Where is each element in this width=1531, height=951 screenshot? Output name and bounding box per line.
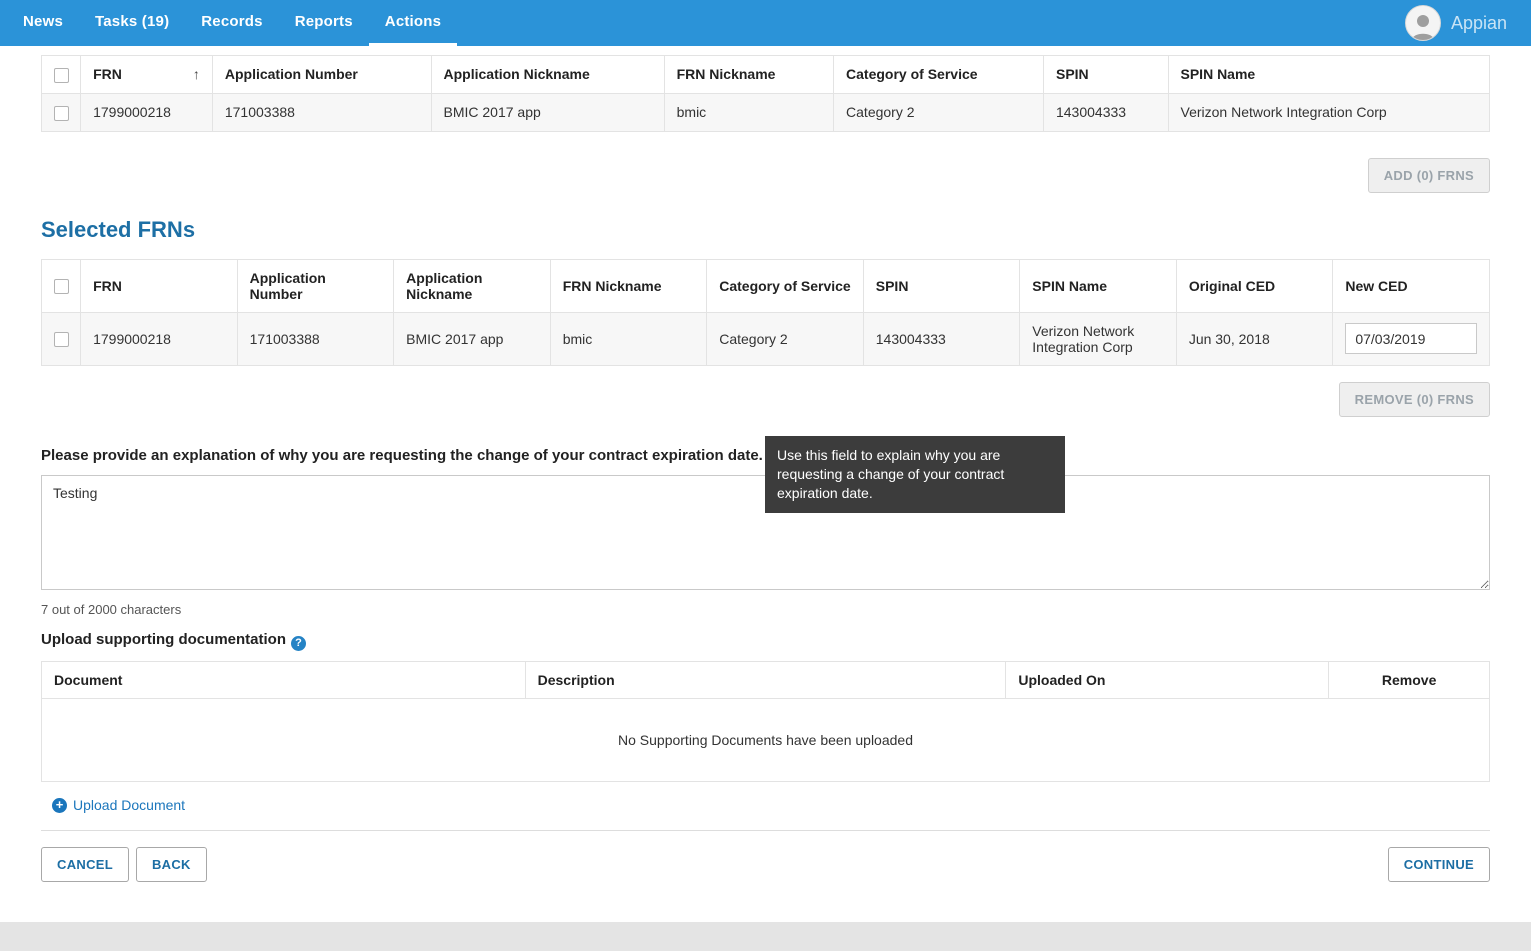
selected-select-all-checkbox[interactable] [54, 279, 69, 294]
character-counter: 7 out of 2000 characters [41, 602, 1490, 617]
selected-header-row: FRN Application Number Application Nickn… [42, 259, 1490, 312]
cell-new-ced [1333, 312, 1490, 365]
footer-button-bar: CANCEL BACK CONTINUE [41, 847, 1490, 882]
sort-ascending-icon[interactable]: ↑ [193, 66, 200, 82]
cell-category-of-service: Category 2 [834, 93, 1044, 131]
col-frn-nickname: FRN Nickname [664, 56, 833, 94]
upload-documentation-label: Upload supporting documentation? [41, 631, 1490, 651]
nav-item-records[interactable]: Records [185, 0, 278, 46]
nav-item-reports[interactable]: Reports [279, 0, 369, 46]
col-category-of-service: Category of Service [707, 259, 864, 312]
cell-category-of-service: Category 2 [707, 312, 864, 365]
nav-spacer [457, 0, 1405, 46]
cell-frn: 1799000218 [81, 93, 213, 131]
user-avatar[interactable] [1405, 5, 1441, 41]
cell-application-number: 171003388 [212, 93, 431, 131]
col-frn[interactable]: FRN ↑ [81, 56, 213, 94]
plus-icon: + [52, 798, 67, 813]
cell-application-nickname: BMIC 2017 app [394, 312, 551, 365]
col-remove: Remove [1329, 661, 1490, 698]
cell-application-nickname: BMIC 2017 app [431, 93, 664, 131]
person-icon [1408, 10, 1438, 40]
selected-frns-table: FRN Application Number Application Nickn… [41, 259, 1490, 366]
col-spin: SPIN [1043, 56, 1168, 94]
cell-spin-name: Verizon Network Integration Corp [1168, 93, 1490, 131]
results-header-row: FRN ↑ Application Number Application Nick… [42, 56, 1490, 94]
cell-spin: 143004333 [863, 312, 1020, 365]
documents-table: Document Description Uploaded On Remove … [41, 661, 1490, 782]
upload-document-label: Upload Document [73, 797, 185, 813]
nav-item-news[interactable]: News [7, 0, 79, 46]
continue-button[interactable]: CONTINUE [1388, 847, 1490, 882]
documents-empty-message: No Supporting Documents have been upload… [42, 698, 1490, 781]
col-frn: FRN [81, 259, 238, 312]
new-ced-input[interactable] [1345, 323, 1477, 354]
col-new-ced: New CED [1333, 259, 1490, 312]
row-checkbox-cell [42, 93, 81, 131]
cell-frn-nickname: bmic [664, 93, 833, 131]
col-description: Description [525, 661, 1006, 698]
select-all-cell [42, 56, 81, 94]
row-checkbox[interactable] [54, 332, 69, 347]
explanation-label-text: Please provide an explanation of why you… [41, 447, 763, 464]
selected-select-all-cell [42, 259, 81, 312]
appian-logo: Appian [1451, 13, 1507, 34]
nav-item-tasks[interactable]: Tasks (19) [79, 0, 185, 46]
col-frn-nickname: FRN Nickname [550, 259, 707, 312]
add-frns-button: ADD (0) FRNS [1368, 158, 1490, 193]
documents-header-row: Document Description Uploaded On Remove [42, 661, 1490, 698]
selected-frns-heading: Selected FRNs [41, 217, 1490, 243]
upload-document-row: + Upload Document [41, 782, 1490, 831]
cell-application-number: 171003388 [237, 312, 394, 365]
col-application-nickname: Application Nickname [431, 56, 664, 94]
upload-document-link[interactable]: + Upload Document [52, 797, 185, 813]
col-original-ced: Original CED [1176, 259, 1333, 312]
col-spin-name: SPIN Name [1168, 56, 1490, 94]
row-checkbox-cell [42, 312, 81, 365]
upload-documentation-label-text: Upload supporting documentation [41, 631, 286, 648]
col-category-of-service: Category of Service [834, 56, 1044, 94]
col-application-number: Application Number [212, 56, 431, 94]
table-row: 1799000218 171003388 BMIC 2017 app bmic … [42, 93, 1490, 131]
cancel-button[interactable]: CANCEL [41, 847, 129, 882]
col-document: Document [42, 661, 526, 698]
frn-results-table: FRN ↑ Application Number Application Nick… [41, 55, 1490, 132]
col-frn-label: FRN [93, 66, 122, 82]
select-all-checkbox[interactable] [54, 68, 69, 83]
cell-frn: 1799000218 [81, 312, 238, 365]
remove-frns-button: REMOVE (0) FRNS [1339, 382, 1490, 417]
table-row: 1799000218 171003388 BMIC 2017 app bmic … [42, 312, 1490, 365]
col-spin: SPIN [863, 259, 1020, 312]
col-application-number: Application Number [237, 259, 394, 312]
back-button[interactable]: BACK [136, 847, 207, 882]
cell-spin-name: Verizon Network Integration Corp [1020, 312, 1177, 365]
col-uploaded-on: Uploaded On [1006, 661, 1329, 698]
cell-original-ced: Jun 30, 2018 [1176, 312, 1333, 365]
cell-spin: 143004333 [1043, 93, 1168, 131]
page: News Tasks (19) Records Reports Actions … [0, 0, 1531, 951]
help-tooltip: Use this field to explain why you are re… [765, 436, 1065, 513]
cell-frn-nickname: bmic [550, 312, 707, 365]
col-application-nickname: Application Nickname [394, 259, 551, 312]
nav-item-actions[interactable]: Actions [369, 0, 457, 46]
col-spin-name: SPIN Name [1020, 259, 1177, 312]
documents-empty-row: No Supporting Documents have been upload… [42, 698, 1490, 781]
row-checkbox[interactable] [54, 106, 69, 121]
help-icon[interactable]: ? [291, 636, 306, 651]
top-nav: News Tasks (19) Records Reports Actions … [0, 0, 1531, 46]
